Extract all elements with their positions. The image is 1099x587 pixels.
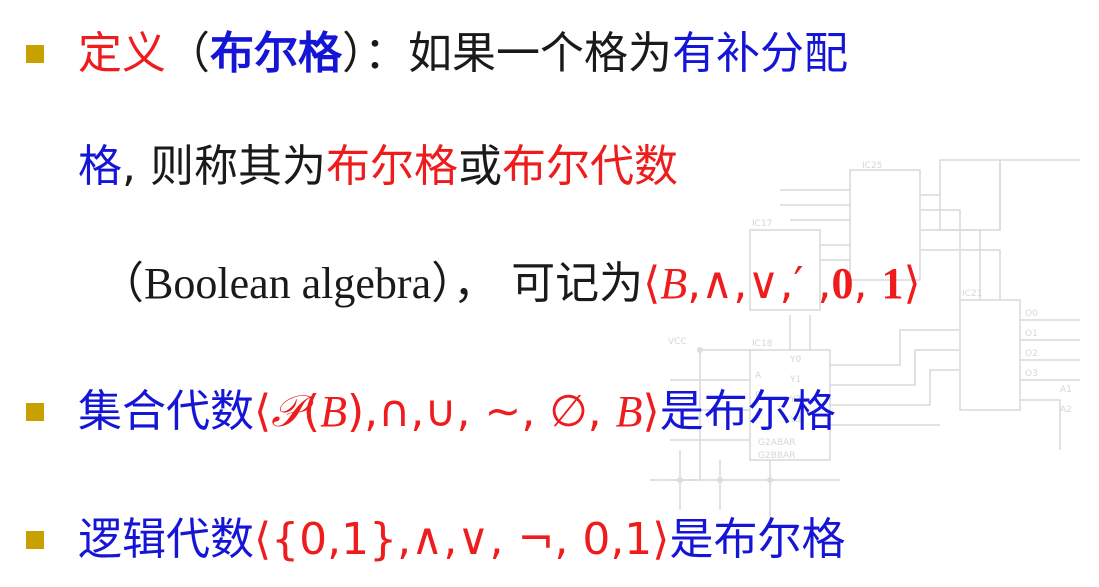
logic-algebra-line: 逻辑代数⟨{0,1},∧,∨, ¬, 0,1⟩是布尔格 bbox=[78, 518, 845, 562]
comma: , bbox=[122, 141, 136, 192]
definition-term: 定义 bbox=[78, 28, 166, 79]
svg-text:O2: O2 bbox=[1025, 349, 1038, 359]
or-text: 或 bbox=[458, 141, 502, 192]
angle-open: ⟨ bbox=[254, 386, 272, 437]
definition-line-1: 定义（布尔格）：如果一个格为有补分配 bbox=[78, 32, 848, 76]
svg-text:O1: O1 bbox=[1025, 329, 1038, 339]
tuple-notation: ⟨B,∧,∨,′ ,0, 1⟩ bbox=[643, 258, 921, 309]
svg-text:IC25: IC25 bbox=[862, 161, 882, 171]
svg-text:A: A bbox=[755, 371, 762, 381]
term-name: 布尔格 bbox=[210, 28, 342, 79]
set-algebra-line: 集合代数⟨𝒫(B),∩,∪, ∼, ∅, B⟩是布尔格 bbox=[78, 390, 836, 434]
svg-text:IC21: IC21 bbox=[962, 289, 982, 299]
angle-close: ⟩ bbox=[642, 386, 660, 437]
svg-text:A1: A1 bbox=[1060, 385, 1072, 395]
highlight-text: 有补分配 bbox=[672, 28, 848, 79]
svg-text:Y0: Y0 bbox=[789, 355, 801, 365]
square-bullet-icon bbox=[26, 403, 44, 421]
tuple-open: ⟨ bbox=[643, 258, 661, 309]
logic-algebra-label: 逻辑代数 bbox=[78, 514, 254, 565]
emptyset-symbol: ∅ bbox=[549, 386, 588, 437]
set-sep: , bbox=[587, 386, 616, 437]
paren-open: ( bbox=[302, 386, 321, 437]
svg-text:IC18: IC18 bbox=[752, 339, 773, 349]
svg-text:G2ABAR: G2ABAR bbox=[758, 438, 795, 448]
power-set-symbol: 𝒫 bbox=[271, 386, 303, 437]
square-bullet-icon bbox=[26, 45, 44, 63]
tuple-ops: ,∧,∨,′ , bbox=[687, 258, 832, 309]
line3-open-paren: （ bbox=[100, 258, 144, 309]
tuple-one: 1 bbox=[881, 259, 904, 308]
svg-text:VCC: VCC bbox=[668, 337, 687, 347]
boolean-algebra-name: 布尔代数 bbox=[502, 141, 678, 192]
set-algebra-label: 集合代数 bbox=[78, 386, 254, 437]
square-bullet-icon bbox=[26, 531, 44, 549]
svg-text:G2BBAR: G2BBAR bbox=[758, 451, 795, 461]
svg-text:A2: A2 bbox=[1060, 405, 1072, 415]
set-algebra-suffix: 是布尔格 bbox=[659, 386, 836, 437]
svg-text:IC17: IC17 bbox=[752, 219, 772, 229]
logic-algebra-tuple: ⟨{0,1},∧,∨, ¬, 0,1⟩ bbox=[254, 514, 670, 565]
tuple-sep: , bbox=[853, 258, 882, 309]
set-ops: ,∩,∪, ∼, bbox=[364, 386, 550, 437]
close-paren: ） bbox=[342, 28, 364, 79]
tuple-zero: 0 bbox=[831, 259, 854, 308]
lattice-word: 格 bbox=[78, 141, 122, 192]
svg-text:O0: O0 bbox=[1025, 309, 1038, 319]
svg-text:Y1: Y1 bbox=[789, 375, 801, 385]
line3-comma: ， bbox=[453, 258, 498, 309]
english-term: Boolean algebra bbox=[144, 259, 432, 308]
set-algebra-tuple: ⟨𝒫(B),∩,∪, ∼, ∅, B⟩ bbox=[254, 386, 660, 437]
tuple-B: B bbox=[660, 259, 688, 308]
open-paren: （ bbox=[166, 28, 210, 79]
condition-text: 如果一个格为 bbox=[408, 28, 672, 79]
definition-line-3: （Boolean algebra）， 可记为⟨B,∧,∨,′ ,0, 1⟩ bbox=[100, 262, 921, 306]
line3-close-paren: ） bbox=[431, 258, 454, 309]
paren-close: ) bbox=[346, 386, 365, 437]
set-B2: B bbox=[615, 387, 643, 436]
set-B: B bbox=[320, 387, 347, 436]
definition-line-2: 格, 则称其为布尔格或布尔代数 bbox=[78, 145, 678, 189]
notation-intro: 可记为 bbox=[511, 258, 644, 309]
colon: ： bbox=[364, 28, 408, 79]
boolean-lattice-name: 布尔格 bbox=[326, 141, 458, 192]
svg-text:O3: O3 bbox=[1025, 369, 1038, 379]
line2-text: 则称其为 bbox=[150, 141, 326, 192]
logic-algebra-suffix: 是布尔格 bbox=[669, 514, 846, 565]
tuple-close: ⟩ bbox=[903, 258, 921, 309]
